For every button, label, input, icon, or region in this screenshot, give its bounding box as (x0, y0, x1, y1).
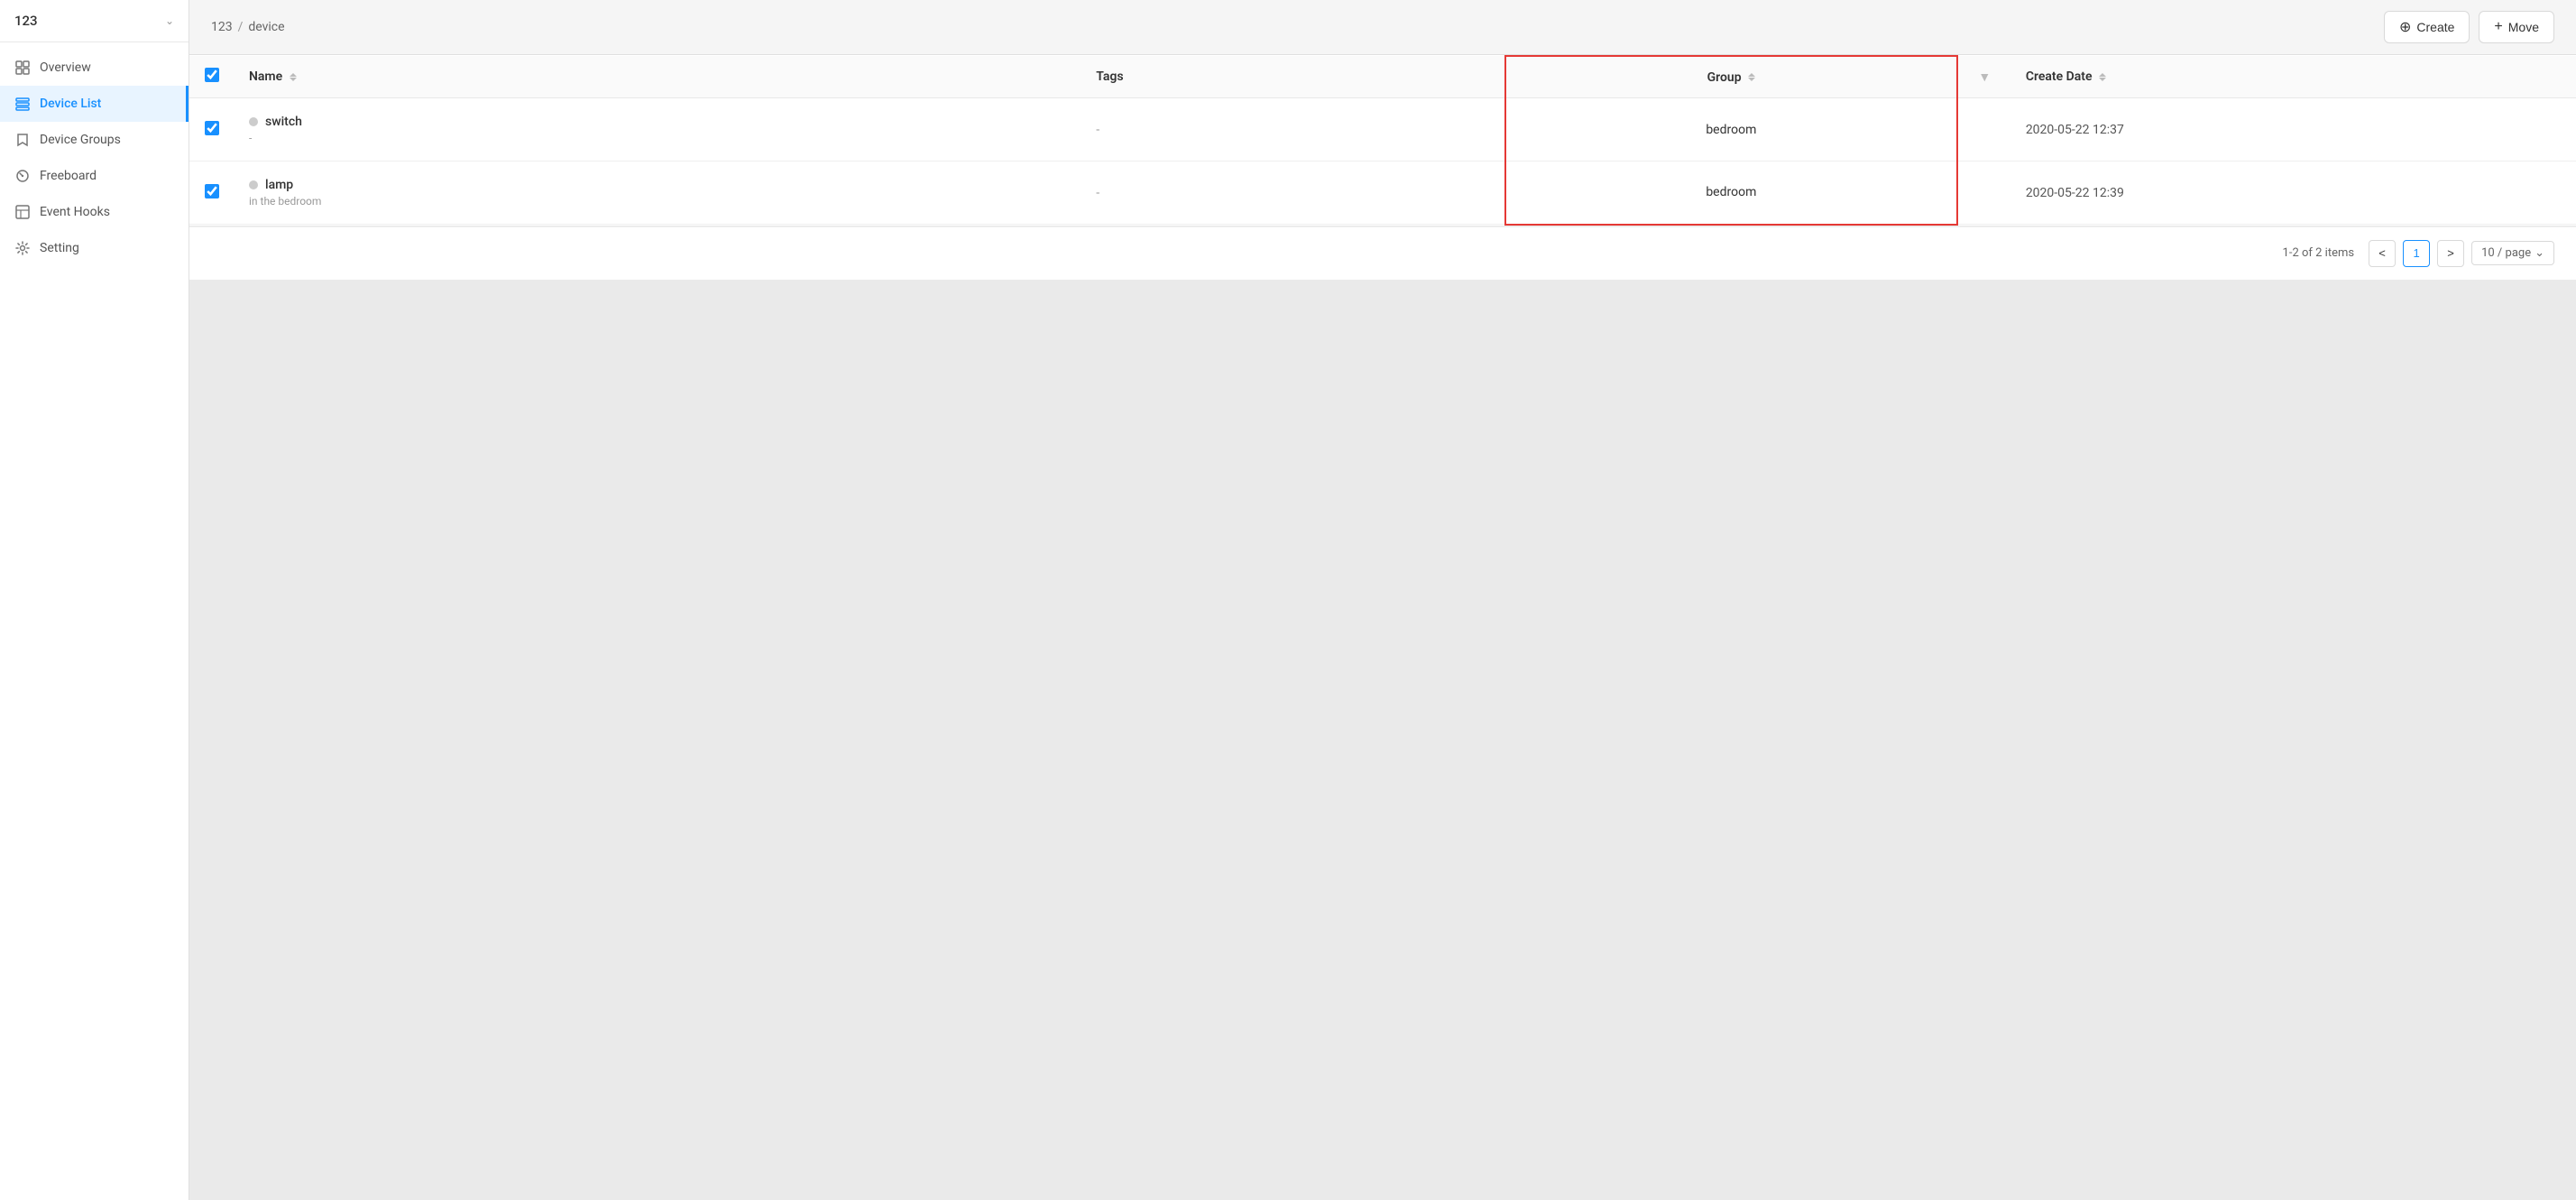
page-size-selector[interactable]: 10 / page ⌄ (2471, 241, 2554, 265)
device-table: Name Tags Group (189, 55, 2576, 226)
sidebar-item-device-groups[interactable]: Device Groups (0, 122, 189, 158)
topbar-actions: ⊕ Create + Move (2384, 11, 2554, 43)
current-page-label: 1 (2413, 246, 2419, 260)
sidebar-item-event-hooks[interactable]: Event Hooks (0, 194, 189, 230)
move-button[interactable]: + Move (2479, 11, 2554, 43)
device-name: lamp (265, 178, 293, 192)
sidebar-item-device-groups-label: Device Groups (40, 133, 121, 147)
workspace-name: 123 (14, 13, 38, 29)
plus-circle-icon: ⊕ (2399, 18, 2411, 36)
group-sort-icon (1748, 73, 1755, 81)
row-2-group-cell: bedroom (1505, 162, 1957, 225)
device-name: switch (265, 115, 302, 129)
device-status-icon (249, 117, 258, 126)
breadcrumb-workspace: 123 (211, 20, 233, 34)
create-label: Create (2416, 20, 2454, 34)
row-1-tags-cell: - (1081, 98, 1505, 162)
sidebar-item-setting[interactable]: Setting (0, 230, 189, 266)
gear-icon (14, 240, 31, 256)
row-1-checkbox-cell (189, 98, 235, 162)
row-2-date-cell: 2020-05-22 12:39 (2011, 162, 2576, 225)
sidebar-item-freeboard[interactable]: Freeboard (0, 158, 189, 194)
pagination-info: 1-2 of 2 items (2283, 246, 2355, 260)
col-header-name[interactable]: Name (235, 56, 1081, 98)
sidebar-item-setting-label: Setting (40, 241, 79, 255)
table-icon (14, 204, 31, 220)
next-page-button[interactable]: > (2437, 240, 2464, 267)
device-table-container: Name Tags Group (189, 55, 2576, 226)
workspace-selector[interactable]: 123 ⌄ (0, 0, 189, 42)
grid-icon (14, 60, 31, 76)
sidebar-item-event-hooks-label: Event Hooks (40, 205, 110, 219)
pagination-bar: 1-2 of 2 items < 1 > 10 / page ⌄ (189, 226, 2576, 280)
breadcrumb-separator: / (238, 20, 244, 34)
row-1-name-row: switch (249, 115, 1067, 129)
content-area: Name Tags Group (189, 55, 2576, 1200)
current-page-button[interactable]: 1 (2403, 240, 2430, 267)
main-content: 123 / device ⊕ Create + Move (189, 0, 2576, 1200)
col-header-checkbox (189, 56, 235, 98)
device-desc: in the bedroom (249, 195, 1067, 208)
prev-page-button[interactable]: < (2369, 240, 2396, 267)
sidebar-item-freeboard-label: Freeboard (40, 169, 97, 183)
name-sort-icon (290, 73, 297, 81)
sidebar-item-overview[interactable]: Overview (0, 50, 189, 86)
breadcrumb: 123 / device (211, 20, 285, 34)
col-header-tags[interactable]: Tags (1081, 56, 1505, 98)
row-1-name-cell: switch - (235, 98, 1081, 162)
row-1-checkbox[interactable] (205, 121, 219, 135)
create-button[interactable]: ⊕ Create (2384, 11, 2470, 43)
sidebar-item-device-list[interactable]: Device List (0, 86, 189, 122)
sidebar-item-overview-label: Overview (40, 60, 91, 75)
prev-icon: < (2378, 246, 2386, 260)
row-1-filter-cell (1957, 98, 2011, 162)
bookmark-icon (14, 132, 31, 148)
col-header-filter[interactable]: ▼ (1957, 56, 2011, 98)
next-icon: > (2447, 246, 2454, 260)
col-header-date[interactable]: Create Date (2011, 56, 2576, 98)
chevron-down-icon: ⌄ (165, 14, 174, 27)
table-row: lamp in the bedroom - bedroom 2020-05-22… (189, 162, 2576, 225)
topbar: 123 / device ⊕ Create + Move (189, 0, 2576, 55)
row-2-checkbox[interactable] (205, 184, 219, 198)
row-2-tags-cell: - (1081, 162, 1505, 225)
select-all-checkbox[interactable] (205, 68, 219, 82)
page-size-label: 10 / page (2481, 246, 2531, 260)
page-size-chevron-icon: ⌄ (2535, 246, 2544, 260)
move-label: Move (2508, 20, 2539, 34)
row-2-checkbox-cell (189, 162, 235, 225)
sidebar: 123 ⌄ Overview Device (0, 0, 189, 1200)
sidebar-item-device-list-label: Device List (40, 97, 101, 111)
row-1-date-cell: 2020-05-22 12:37 (2011, 98, 2576, 162)
device-desc: - (249, 132, 1067, 144)
row-2-name-cell: lamp in the bedroom (235, 162, 1081, 225)
col-header-group[interactable]: Group (1505, 56, 1957, 98)
row-1-group-cell: bedroom (1505, 98, 1957, 162)
list-icon (14, 96, 31, 112)
device-status-icon (249, 180, 258, 189)
filter-icon: ▼ (1978, 70, 1991, 85)
date-sort-icon (2099, 73, 2106, 81)
sidebar-nav: Overview Device List Device Groups (0, 42, 189, 266)
table-row: switch - - bedroom 2020-05-22 12:37 (189, 98, 2576, 162)
row-2-name-row: lamp (249, 178, 1067, 192)
breadcrumb-page: device (248, 20, 284, 34)
dashboard-icon (14, 168, 31, 184)
move-icon: + (2494, 19, 2502, 35)
row-2-filter-cell (1957, 162, 2011, 225)
